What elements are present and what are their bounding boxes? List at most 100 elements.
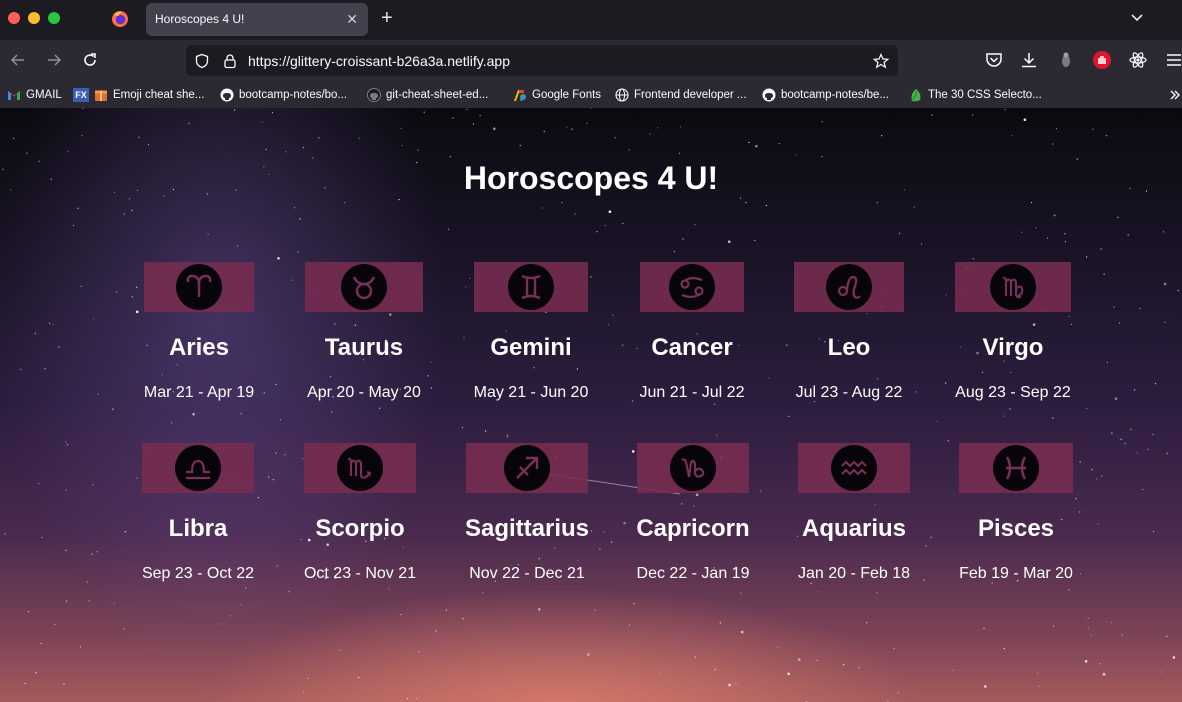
star — [897, 692, 899, 694]
star — [66, 444, 69, 446]
tab-close-icon[interactable]: ✕ — [346, 10, 358, 28]
github-icon — [762, 88, 776, 102]
sign-card-libra[interactable]: Libra Sep 23 - Oct 22 — [108, 443, 288, 593]
sign-icon-box — [305, 262, 423, 312]
lock-icon[interactable] — [222, 53, 238, 69]
window-minimize-button[interactable] — [28, 12, 40, 24]
sign-card-virgo[interactable]: Virgo Aug 23 - Sep 22 — [923, 262, 1103, 412]
star — [24, 682, 26, 685]
star — [1030, 202, 1033, 204]
firefox-icon[interactable] — [111, 10, 129, 28]
star — [277, 257, 280, 260]
star — [657, 127, 659, 129]
bookmark-item[interactable]: bootcamp-notes/bo... — [220, 87, 347, 103]
bookmark-item[interactable]: Frontend developer ... — [615, 87, 747, 103]
tab-active[interactable]: Horoscopes 4 U! ✕ — [146, 3, 368, 36]
bookmark-label: GMAIL — [26, 89, 62, 101]
star — [236, 245, 239, 247]
react-devtools-icon[interactable] — [1128, 50, 1148, 70]
sign-card-sagittarius[interactable]: Sagittarius Nov 22 - Dec 21 — [437, 443, 617, 593]
star — [67, 151, 69, 153]
star — [507, 436, 509, 438]
star — [727, 240, 731, 243]
sign-dates: Nov 22 - Dec 21 — [469, 565, 585, 582]
chevron-down-icon[interactable] — [1130, 10, 1144, 24]
capricorn-icon — [670, 445, 716, 491]
star — [1142, 488, 1144, 490]
star — [1139, 307, 1141, 310]
star — [566, 126, 568, 128]
pocket-icon[interactable] — [984, 50, 1004, 70]
sign-card-aquarius[interactable]: Aquarius Jan 20 - Feb 18 — [764, 443, 944, 593]
sign-dates: Sep 23 - Oct 22 — [141, 565, 255, 582]
sign-card-aries[interactable]: Aries Mar 21 - Apr 19 — [109, 262, 289, 412]
extension-grey-icon[interactable] — [1056, 50, 1076, 70]
star — [1003, 415, 1005, 417]
star — [417, 149, 419, 151]
window-close-button[interactable] — [8, 12, 20, 24]
sign-card-gemini[interactable]: Gemini May 21 - Jun 20 — [441, 262, 621, 412]
star — [679, 126, 682, 128]
star — [65, 549, 67, 551]
download-icon[interactable] — [1019, 50, 1039, 70]
sign-card-leo[interactable]: Leo Jul 23 - Aug 22 — [759, 262, 939, 412]
sign-card-capricorn[interactable]: Capricorn Dec 22 - Jan 19 — [603, 443, 783, 593]
github-icon — [220, 88, 234, 102]
bookmark-item[interactable]: FX Emoji cheat she... — [73, 87, 204, 103]
bookmark-item[interactable]: git-cheat-sheet-ed... — [367, 87, 488, 103]
star — [716, 434, 718, 436]
star — [1087, 617, 1089, 619]
url-text[interactable]: https://glittery-croissant-b26a3a.netlif… — [248, 53, 510, 69]
star — [123, 628, 125, 630]
star — [218, 623, 220, 625]
bookmark-item[interactable]: The 30 CSS Selecto... — [909, 87, 1042, 103]
star — [493, 127, 496, 131]
star — [972, 258, 975, 260]
star — [445, 609, 447, 611]
bookmark-item[interactable]: bootcamp-notes/be... — [762, 87, 889, 103]
window-maximize-button[interactable] — [48, 12, 60, 24]
sign-dates: Feb 19 - Mar 20 — [959, 565, 1073, 582]
star — [20, 368, 22, 370]
star — [27, 611, 30, 613]
star — [788, 415, 790, 417]
star — [913, 206, 916, 208]
bookmark-label: The 30 CSS Selecto... — [928, 89, 1042, 101]
sign-card-scorpio[interactable]: Scorpio Oct 23 - Nov 21 — [270, 443, 450, 593]
bookmark-star-icon[interactable] — [873, 53, 889, 69]
bookmark-item[interactable]: Google Fonts — [513, 87, 601, 103]
star — [740, 197, 742, 199]
star — [1021, 231, 1023, 233]
new-tab-button[interactable]: + — [381, 6, 393, 30]
reload-button[interactable] — [80, 50, 100, 70]
url-bar[interactable]: https://glittery-croissant-b26a3a.netlif… — [186, 45, 898, 76]
shield-icon[interactable] — [194, 53, 210, 69]
star — [1064, 241, 1067, 243]
star — [866, 622, 868, 624]
back-button[interactable] — [8, 50, 28, 70]
forward-button[interactable] — [44, 50, 64, 70]
sign-card-taurus[interactable]: Taurus Apr 20 - May 20 — [274, 262, 454, 412]
sign-name: Capricorn — [636, 515, 750, 542]
hamburger-menu-icon[interactable] — [1164, 50, 1182, 70]
star — [571, 128, 573, 130]
adblock-icon[interactable] — [1092, 50, 1112, 70]
star — [52, 323, 54, 325]
star — [229, 615, 231, 617]
sign-card-cancer[interactable]: Cancer Jun 21 - Jul 22 — [602, 262, 782, 412]
bookmark-item[interactable]: GMAIL — [7, 87, 62, 103]
sign-icon-box — [959, 443, 1073, 493]
star — [755, 144, 758, 148]
star — [740, 630, 744, 634]
star — [1110, 622, 1112, 624]
star — [26, 152, 28, 154]
star — [1147, 448, 1149, 450]
bookmark-label: Google Fonts — [532, 89, 602, 101]
bookmarks-overflow-icon[interactable] — [1168, 88, 1182, 102]
sign-card-pisces[interactable]: Pisces Feb 19 - Mar 20 — [926, 443, 1106, 593]
star — [1152, 530, 1155, 533]
virgo-icon — [990, 264, 1036, 310]
sign-name: Gemini — [490, 334, 572, 361]
star — [91, 553, 93, 555]
star — [1163, 282, 1167, 286]
